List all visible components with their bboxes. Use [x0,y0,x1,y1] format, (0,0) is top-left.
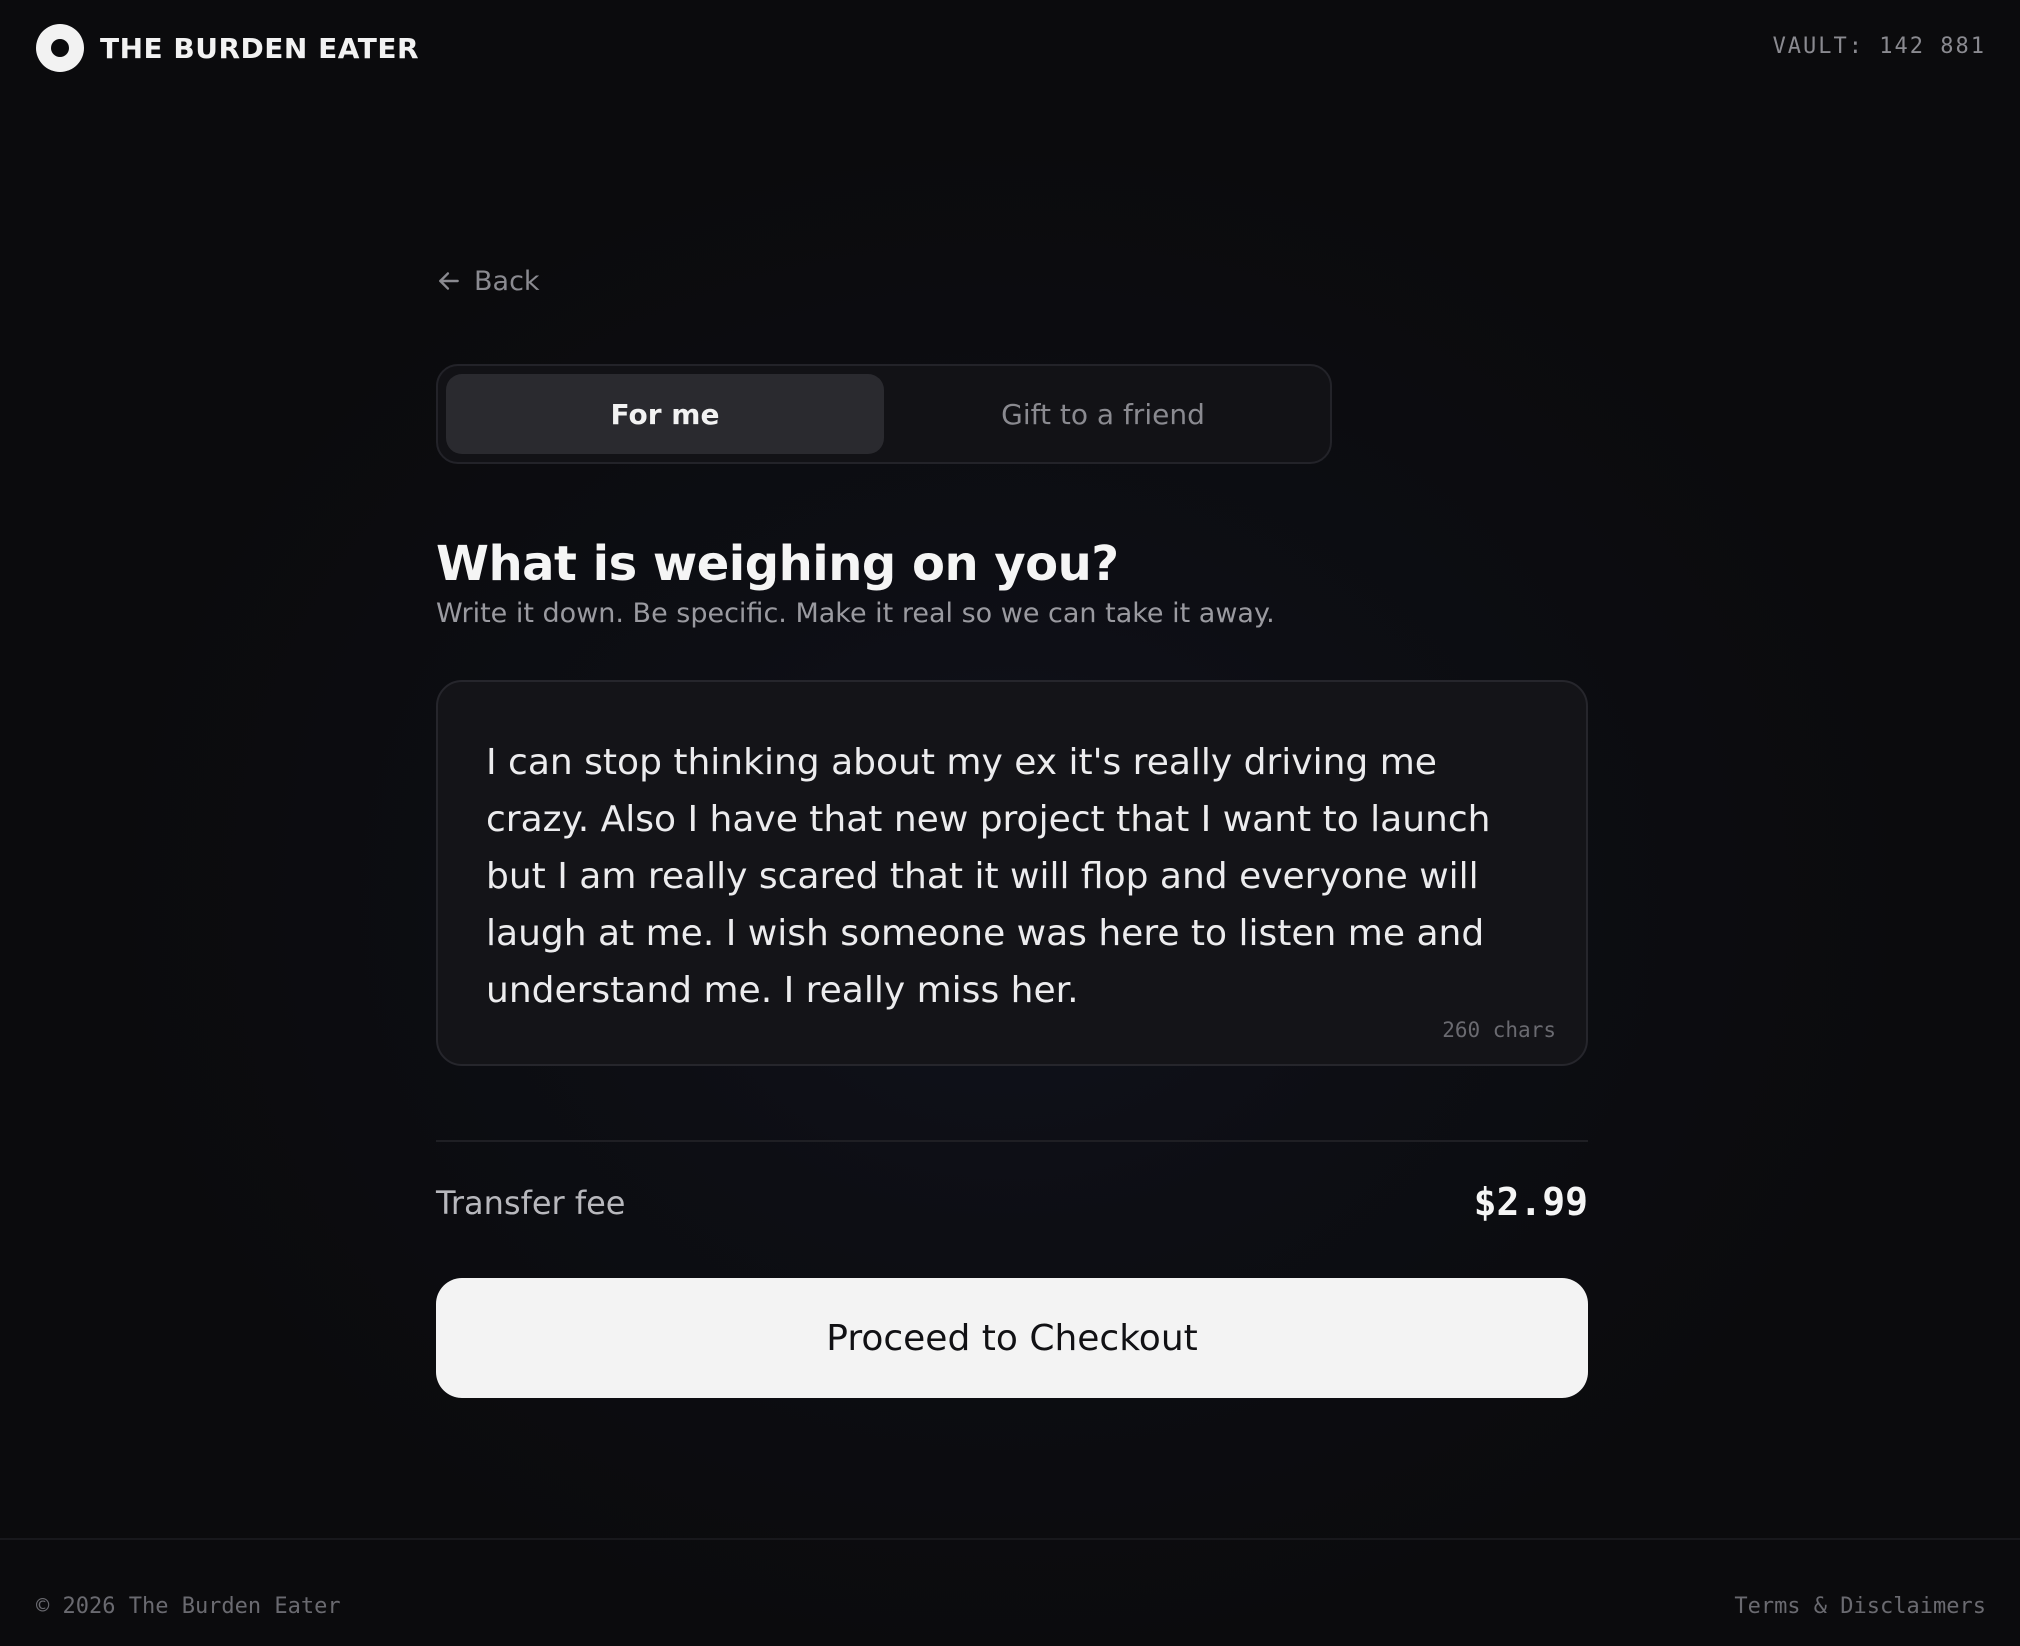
brand-name: THE BURDEN EATER [100,31,420,65]
header: THE BURDEN EATER VAULT: 142 881 [0,0,2020,100]
fee-value: $2.99 [1473,1180,1588,1224]
recipient-toggle: For me Gift to a friend [436,364,1332,464]
fee-label: Transfer fee [436,1184,626,1222]
arrow-left-icon [439,272,459,290]
divider [436,1140,1588,1142]
page-title: What is weighing on you? [436,536,1119,592]
footer: © 2026 The Burden Eater Terms & Disclaim… [0,1538,2020,1646]
vault-counter: VAULT: 142 881 [1772,34,1986,59]
toggle-gift-to-friend[interactable]: Gift to a friend [884,374,1322,454]
copyright: © 2026 The Burden Eater [36,1594,341,1619]
logo[interactable]: THE BURDEN EATER [36,24,419,72]
char-count: 260 chars [1442,1018,1556,1042]
main-content: Back For me Gift to a friend What is wei… [436,262,1588,1398]
page-subtitle: Write it down. Be specific. Make it real… [436,598,1275,629]
checkout-button[interactable]: Proceed to Checkout [436,1278,1588,1398]
burden-textarea[interactable]: I can stop thinking about my ex it's rea… [436,680,1588,1066]
back-link[interactable]: Back [436,262,556,300]
back-label: Back [474,265,540,297]
toggle-for-me[interactable]: For me [446,374,884,454]
burden-text: I can stop thinking about my ex it's rea… [486,742,1491,1011]
terms-link[interactable]: Terms & Disclaimers [1734,1594,1986,1619]
ring-logo-icon [36,24,84,72]
